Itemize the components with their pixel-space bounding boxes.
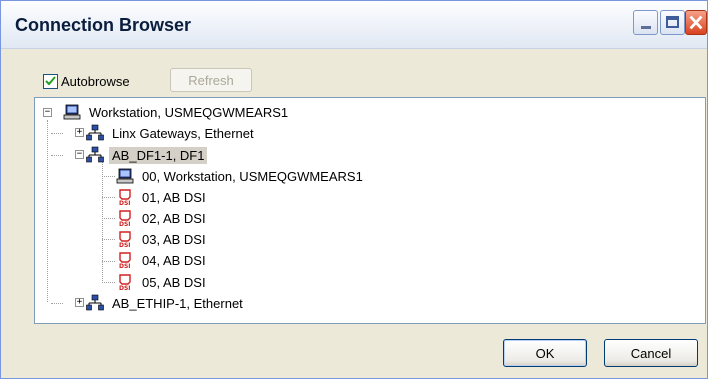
connection-tree[interactable]: − + − + Workstation, USMEQGWMEARS1 Linx … bbox=[34, 97, 706, 324]
tree-node-ab-ethip[interactable]: AB_ETHIP-1, Ethernet bbox=[86, 293, 246, 313]
tree-node-label: 02, AB DSI bbox=[142, 210, 206, 226]
tree-connector bbox=[102, 239, 115, 240]
tree-connector bbox=[102, 197, 115, 198]
tree-node-device-04[interactable]: DSI 04, AB DSI bbox=[116, 250, 209, 270]
expand-toggle[interactable]: + bbox=[75, 128, 84, 137]
tree-node-device-01[interactable]: DSI 01, AB DSI bbox=[116, 187, 209, 207]
tree-node-label: 01, AB DSI bbox=[142, 189, 206, 205]
svg-text:DSI: DSI bbox=[119, 242, 131, 248]
tree-connector bbox=[51, 133, 63, 134]
tree-connector bbox=[51, 303, 63, 304]
tree-connector bbox=[102, 176, 115, 177]
minimize-icon bbox=[641, 26, 651, 29]
autobrowse-checkbox[interactable] bbox=[43, 74, 58, 89]
checkmark-icon bbox=[45, 76, 56, 86]
ok-button[interactable]: OK bbox=[503, 339, 587, 367]
tree-node-device-00[interactable]: 00, Workstation, USMEQGWMEARS1 bbox=[116, 166, 366, 186]
tree-node-device-02[interactable]: DSI 02, AB DSI bbox=[116, 208, 209, 228]
window-title: Connection Browser bbox=[15, 15, 192, 35]
collapse-toggle[interactable]: − bbox=[43, 108, 52, 117]
svg-text:DSI: DSI bbox=[119, 285, 131, 291]
tree-node-linx-gateways[interactable]: Linx Gateways, Ethernet bbox=[86, 123, 257, 143]
tree-connector bbox=[102, 261, 115, 262]
title-bar[interactable]: Connection Browser bbox=[1, 1, 707, 49]
workstation-icon bbox=[63, 104, 81, 120]
tree-node-label: Workstation, USMEQGWMEARS1 bbox=[89, 104, 289, 120]
autobrowse-label[interactable]: Autobrowse bbox=[61, 74, 130, 89]
tree-node-device-03[interactable]: DSI 03, AB DSI bbox=[116, 229, 209, 249]
dsi-icon: DSI bbox=[119, 274, 131, 291]
maximize-icon bbox=[666, 16, 679, 28]
dsi-icon: DSI bbox=[119, 231, 131, 248]
tree-connector bbox=[102, 160, 103, 283]
minimize-button[interactable] bbox=[633, 10, 658, 35]
tree-node-label: 05, AB DSI bbox=[142, 274, 206, 290]
refresh-button[interactable]: Refresh bbox=[170, 68, 252, 92]
dsi-icon: DSI bbox=[119, 189, 131, 206]
collapse-toggle[interactable]: − bbox=[75, 150, 84, 159]
tree-node-label: AB_ETHIP-1, Ethernet bbox=[112, 295, 243, 311]
tree-node-label: AB_DF1-1, DF1 bbox=[109, 146, 208, 164]
dsi-icon: DSI bbox=[119, 210, 131, 227]
svg-text:DSI: DSI bbox=[119, 200, 131, 206]
tree-connector bbox=[102, 218, 115, 219]
connection-browser-window: Connection Browser Autobrowse Refresh − … bbox=[0, 0, 708, 379]
tree-node-workstation[interactable]: Workstation, USMEQGWMEARS1 bbox=[63, 102, 291, 122]
maximize-button[interactable] bbox=[660, 10, 685, 35]
cancel-button[interactable]: Cancel bbox=[604, 339, 698, 367]
svg-text:DSI: DSI bbox=[119, 263, 131, 269]
network-icon bbox=[86, 294, 104, 311]
tree-connector bbox=[51, 155, 63, 156]
network-icon bbox=[86, 124, 104, 141]
network-icon bbox=[86, 146, 104, 163]
expand-toggle[interactable]: + bbox=[75, 298, 84, 307]
tree-node-device-05[interactable]: DSI 05, AB DSI bbox=[116, 272, 209, 292]
tree-node-label: 00, Workstation, USMEQGWMEARS1 bbox=[142, 168, 363, 184]
tree-node-label: Linx Gateways, Ethernet bbox=[112, 125, 254, 141]
tree-connector bbox=[47, 120, 48, 302]
tree-node-ab-df1[interactable]: AB_DF1-1, DF1 bbox=[86, 145, 208, 165]
dsi-icon: DSI bbox=[119, 252, 131, 269]
tree-connector bbox=[102, 282, 115, 283]
svg-text:DSI: DSI bbox=[119, 221, 131, 227]
tree-node-label: 04, AB DSI bbox=[142, 252, 206, 268]
workstation-icon bbox=[116, 168, 134, 184]
close-icon bbox=[689, 15, 703, 30]
close-button[interactable] bbox=[685, 10, 707, 35]
tree-node-label: 03, AB DSI bbox=[142, 231, 206, 247]
